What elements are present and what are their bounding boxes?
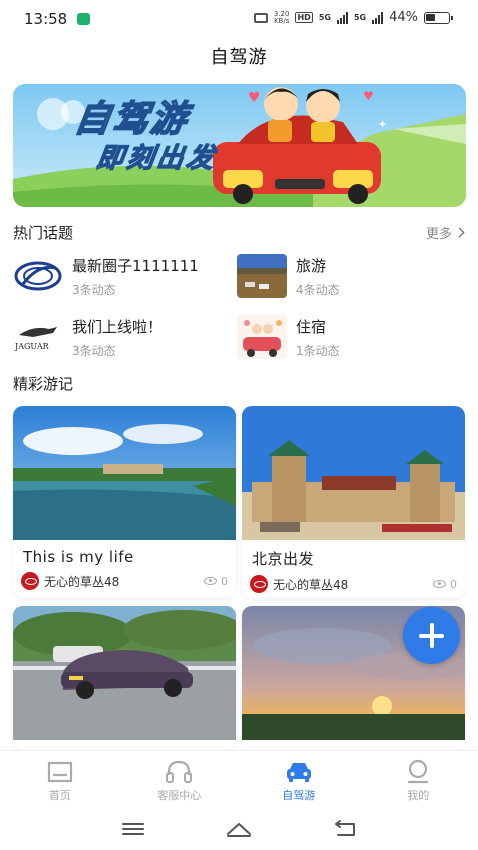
view-count: 0 — [450, 577, 457, 591]
travelogue-author: 无心的草丛48 — [44, 574, 120, 589]
tab-self-drive[interactable]: 自驾游 — [239, 751, 359, 808]
svg-text:✦: ✦ — [378, 118, 387, 131]
travelogue-title: 北京出发 — [252, 550, 315, 568]
system-nav-bar — [0, 808, 478, 850]
chevron-right-icon — [454, 227, 465, 238]
vibrate-icon — [253, 12, 268, 23]
menu-icon[interactable] — [118, 818, 148, 840]
profile-icon — [408, 759, 429, 784]
hot-topics-heading: 热门话题 — [13, 224, 74, 242]
svg-text:JAGUAR: JAGUAR — [14, 342, 50, 351]
topic-name: 我们上线啦！ — [72, 317, 163, 336]
tab-profile[interactable]: 我的 — [359, 751, 478, 808]
travelogue-card[interactable] — [13, 606, 236, 750]
topic-name: 旅游 — [296, 256, 327, 275]
bottom-tab-bar: 首页 客服中心 自驾游 我的 — [0, 750, 478, 808]
status-bar: 13:58 3.20 KB/s HD 5G 5G 44% — [0, 0, 478, 40]
tab-home[interactable]: 首页 — [0, 751, 120, 808]
topic-count: 4条动态 — [296, 282, 340, 297]
topic-item[interactable]: JAGUAR 我们上线啦！ 3条动态 — [13, 312, 233, 362]
car-icon — [286, 763, 311, 782]
lake-photo — [13, 406, 236, 540]
tab-profile-label: 我的 — [407, 789, 430, 802]
sim1-5g-label: 5G — [318, 13, 331, 22]
topic-item[interactable]: 最新圈子1111111 3条动态 — [13, 251, 233, 301]
avatar — [21, 572, 39, 590]
sim2-5g-label: 5G — [353, 13, 367, 22]
topic-item[interactable]: 旅游 4条动态 — [237, 251, 457, 301]
travelogue-card[interactable]: 北京出发 无心的草丛48 0 — [242, 406, 465, 598]
hd-icon: HD — [295, 12, 313, 23]
travelogues-heading: 精彩游记 — [13, 375, 74, 393]
svg-text:♥: ♥ — [248, 90, 261, 106]
banner-title: 自驾游 — [71, 98, 192, 141]
globe-logo-icon — [13, 254, 63, 298]
add-post-button[interactable] — [403, 607, 460, 664]
network-speed: 3.20 KB/s — [273, 10, 290, 25]
battery-icon — [424, 11, 453, 24]
page-header: 自驾游 — [0, 40, 478, 76]
landscape-photo — [237, 254, 287, 298]
topic-count: 1条动态 — [296, 343, 340, 358]
notification-app-icon — [77, 13, 90, 25]
topic-name: 最新圈子1111111 — [72, 256, 199, 275]
topic-count: 3条动态 — [72, 282, 116, 297]
more-label: 更多 — [425, 227, 452, 242]
page-title: 自驾游 — [210, 47, 268, 68]
eye-icon — [204, 577, 217, 585]
promo-banner[interactable]: ♥ ♥ ✦ 自驾游 即刻出发 — [13, 84, 466, 207]
view-count: 0 — [221, 574, 228, 588]
tab-home-label: 首页 — [48, 789, 71, 802]
battery-level-fill — [426, 13, 435, 21]
more-topics-link[interactable]: 更多 — [425, 223, 465, 242]
topic-count: 3条动态 — [72, 343, 116, 358]
network-speed-unit: KB/s — [273, 16, 290, 25]
beijing-station-photo — [242, 406, 465, 540]
travelogue-title: This is my life — [23, 548, 134, 566]
svg-text:♥: ♥ — [363, 89, 374, 103]
banner-subtitle: 即刻出发 — [94, 142, 220, 174]
status-time: 13:58 — [24, 10, 68, 28]
tab-customer-service-label: 客服中心 — [157, 789, 202, 802]
headset-icon — [166, 760, 193, 783]
signal-icon — [372, 11, 384, 24]
back-nav-icon[interactable] — [330, 818, 360, 840]
status-indicators: 3.20 KB/s HD 5G 5G 44% — [253, 10, 453, 25]
topic-item[interactable]: 住宿 1条动态 — [237, 312, 457, 362]
tab-self-drive-label: 自驾游 — [282, 789, 316, 802]
battery-percent: 44% — [389, 10, 418, 25]
tab-customer-service[interactable]: 客服中心 — [120, 751, 240, 808]
travelogue-author: 无心的草丛48 — [273, 577, 349, 592]
eye-icon — [433, 580, 446, 588]
home-nav-icon[interactable] — [224, 818, 254, 840]
car-on-road-photo — [13, 606, 236, 740]
home-icon — [47, 761, 72, 783]
wedding-car-photo — [237, 315, 287, 359]
jaguar-logo-icon: JAGUAR — [13, 315, 63, 359]
avatar — [250, 575, 268, 593]
travelogue-card[interactable]: This is my life 无心的草丛48 0 — [13, 406, 236, 598]
signal-icon — [336, 11, 348, 24]
topic-name: 住宿 — [296, 317, 327, 336]
